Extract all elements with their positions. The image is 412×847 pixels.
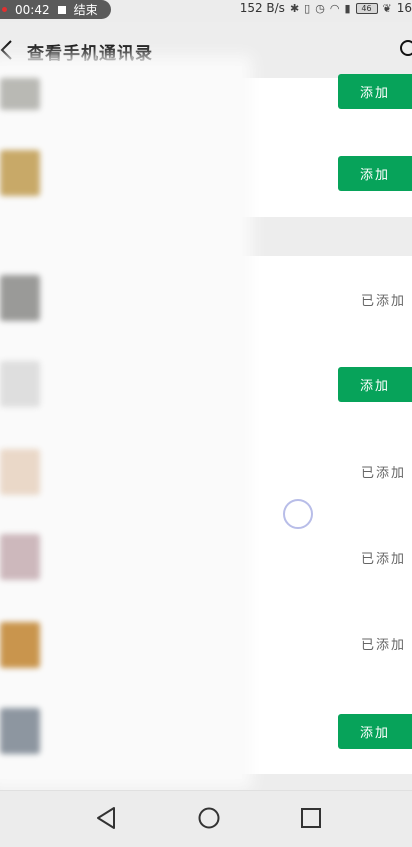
status-clock-tail: 16 [396,1,412,15]
record-dot-icon [2,7,7,12]
status-icons: 152 B/s ✱ ▯ ◷ ◠ ▮ 46 ❦ 16 [240,1,412,15]
add-contact-button[interactable]: 添加 [338,156,412,191]
contact-avatar [0,361,40,407]
signal-icon: ▮ [344,1,351,15]
alarm-icon: ◷ [315,1,325,15]
nav-back-icon[interactable] [94,805,120,831]
status-bar: 00:42 结束 152 B/s ✱ ▯ ◷ ◠ ▮ 46 ❦ 16 [0,0,412,22]
contact-avatar [0,78,40,110]
add-contact-button[interactable]: 添加 [338,74,412,109]
added-status-label: 已添加 [360,552,406,567]
added-status-label: 已添加 [360,466,406,481]
net-speed: 152 B/s [239,1,285,15]
nav-home-icon[interactable] [196,805,222,831]
added-status-label: 已添加 [360,638,406,653]
contact-avatar [0,275,40,321]
contact-avatar [0,150,40,196]
stop-icon [57,5,66,14]
leaf-icon: ❦ [382,1,392,15]
status-time: 00:42 [15,2,50,17]
added-status-label: 已添加 [360,294,406,309]
bluetooth-icon: ✱ [289,1,300,15]
contact-avatar [0,708,40,754]
record-end-label: 结束 [73,3,98,17]
system-nav-bar [0,790,412,847]
screen-record-pill[interactable]: 00:42 结束 [0,0,111,19]
loading-spinner [283,499,313,529]
contact-avatar [0,534,40,580]
vibrate-icon: ▯ [304,1,311,15]
add-contact-button[interactable]: 添加 [338,714,412,749]
contact-avatar [0,449,40,495]
wifi-icon: ◠ [329,1,340,15]
contact-avatar [0,622,40,668]
battery-icon: 46 [355,2,378,14]
privacy-blur-overlay [0,66,242,779]
nav-recents-icon[interactable] [298,805,324,831]
add-contact-button[interactable]: 添加 [338,367,412,402]
